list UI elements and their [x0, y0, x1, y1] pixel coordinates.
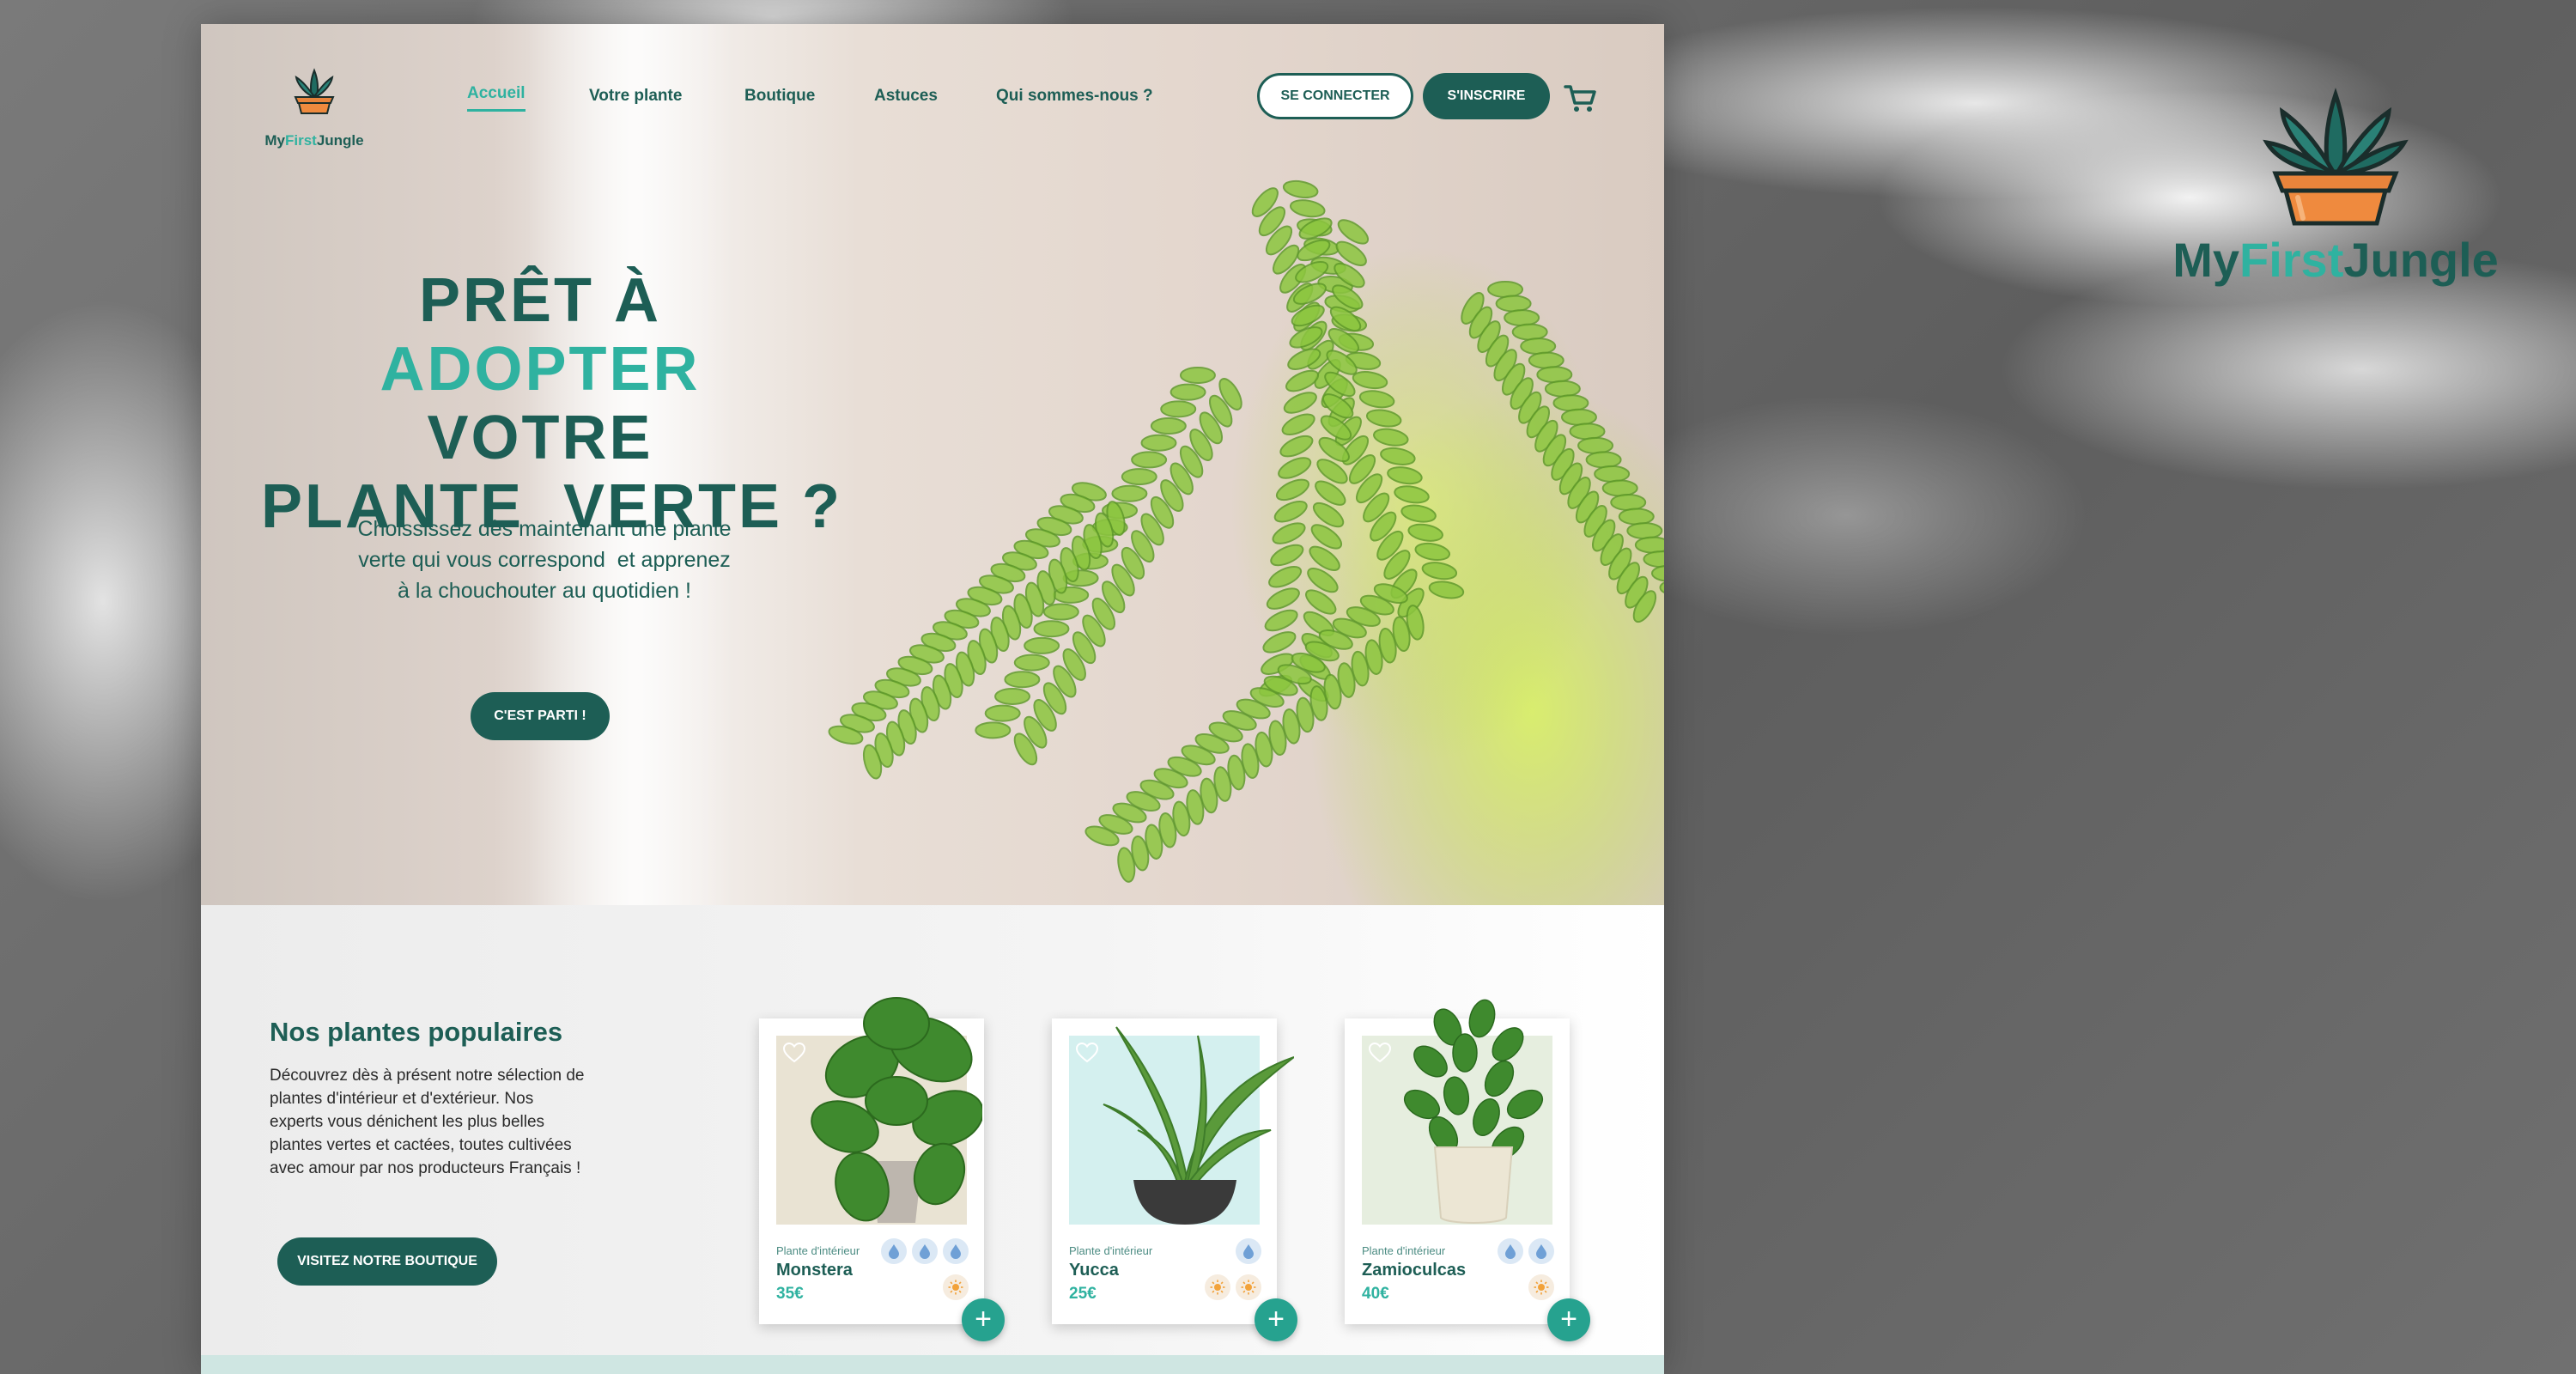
potted-plant-logo-icon — [2263, 88, 2409, 226]
top-navigation: MyFirstJungle Accueil Votre plante Bouti… — [201, 24, 1664, 153]
nav-link-votre-plante[interactable]: Votre plante — [589, 87, 682, 106]
brand-wordmark: MyFirstJungle — [264, 132, 364, 149]
sun-icon — [1205, 1274, 1230, 1300]
product-price: 35€ — [776, 1285, 804, 1303]
nav-link-qui-sommes-nous[interactable]: Qui sommes-nous ? — [996, 87, 1153, 106]
water-drop-icon — [1528, 1238, 1554, 1264]
zamioculcas-plant-image — [1403, 999, 1544, 1224]
section-description: Découvrez dès à présent notre sélection … — [270, 1067, 585, 1177]
website-mockup: MyFirstJungle Accueil Votre plante Bouti… — [201, 24, 1664, 1374]
yucca-plant-image — [1103, 1026, 1294, 1225]
product-name: Monstera — [776, 1261, 853, 1280]
add-to-cart-button[interactable]: + — [1255, 1298, 1297, 1341]
brand-logo-large: MyFirstJungle — [2172, 77, 2499, 301]
water-drop-icon — [943, 1238, 969, 1264]
sun-icon — [1236, 1274, 1261, 1300]
water-drop-icon — [1498, 1238, 1523, 1264]
cta-button[interactable]: C'EST PARTI ! — [471, 692, 610, 740]
hero-subtitle: Choississez dès maintenant une plante ve… — [357, 517, 732, 603]
sun-level — [943, 1274, 969, 1300]
next-section-edge — [201, 1355, 1664, 1374]
brand-logo[interactable]: MyFirstJungle — [263, 65, 366, 149]
cart-icon[interactable] — [1563, 82, 1597, 113]
water-drop-icon — [1236, 1238, 1261, 1264]
sun-level — [1205, 1274, 1261, 1300]
product-category: Plante d'intérieur — [1069, 1244, 1153, 1257]
section-title: Nos plantes populaires — [270, 1017, 563, 1047]
signup-button[interactable]: S'INSCRIRE — [1423, 73, 1550, 119]
hero-title: PRÊT À ADOPTER VOTRE PLANTE VERTE ? — [261, 266, 840, 541]
monstera-plant-image — [811, 997, 982, 1223]
popular-plants-section: Nos plantes populaires Découvrez dès à p… — [201, 905, 1664, 1374]
potted-plant-logo-icon — [294, 68, 335, 114]
hero-section: MyFirstJungle Accueil Votre plante Bouti… — [201, 24, 1664, 905]
water-level — [1498, 1238, 1554, 1264]
heart-icon[interactable] — [783, 1043, 805, 1063]
product-name: Yucca — [1069, 1261, 1119, 1280]
water-level — [881, 1238, 969, 1264]
product-price: 25€ — [1069, 1285, 1097, 1303]
login-button[interactable]: SE CONNECTER — [1257, 73, 1413, 119]
brand-wordmark-large: MyFirstJungle — [2172, 233, 2499, 287]
water-drop-icon — [912, 1238, 938, 1264]
product-category: Plante d'intérieur — [776, 1244, 860, 1257]
product-card-monstera[interactable]: Plante d'intérieur Monstera 35€ + — [759, 997, 1005, 1341]
nav-link-boutique[interactable]: Boutique — [744, 87, 815, 106]
product-price: 40€ — [1362, 1285, 1389, 1303]
product-card-zamioculcas[interactable]: Plante d'intérieur Zamioculcas 40€ + — [1345, 999, 1590, 1341]
sun-icon — [943, 1274, 969, 1300]
product-category: Plante d'intérieur — [1362, 1244, 1446, 1257]
product-card-yucca[interactable]: Plante d'intérieur Yucca 25€ + — [1052, 1018, 1297, 1341]
sun-icon — [1528, 1274, 1554, 1300]
nav-link-astuces[interactable]: Astuces — [874, 87, 938, 106]
hero-title-line2: VOTRE — [427, 404, 653, 472]
product-name: Zamioculcas — [1362, 1261, 1467, 1280]
sun-level — [1528, 1274, 1554, 1300]
hero-title-accent: ADOPTER — [380, 335, 701, 404]
hero-title-part1: PRÊT À — [418, 266, 662, 335]
visit-shop-button[interactable]: VISITEZ NOTRE BOUTIQUE — [277, 1237, 497, 1286]
water-drop-icon — [881, 1238, 907, 1264]
water-level — [1236, 1238, 1261, 1264]
add-to-cart-button[interactable]: + — [1547, 1298, 1590, 1341]
add-to-cart-button[interactable]: + — [962, 1298, 1005, 1341]
nav-link-accueil[interactable]: Accueil — [467, 84, 526, 112]
